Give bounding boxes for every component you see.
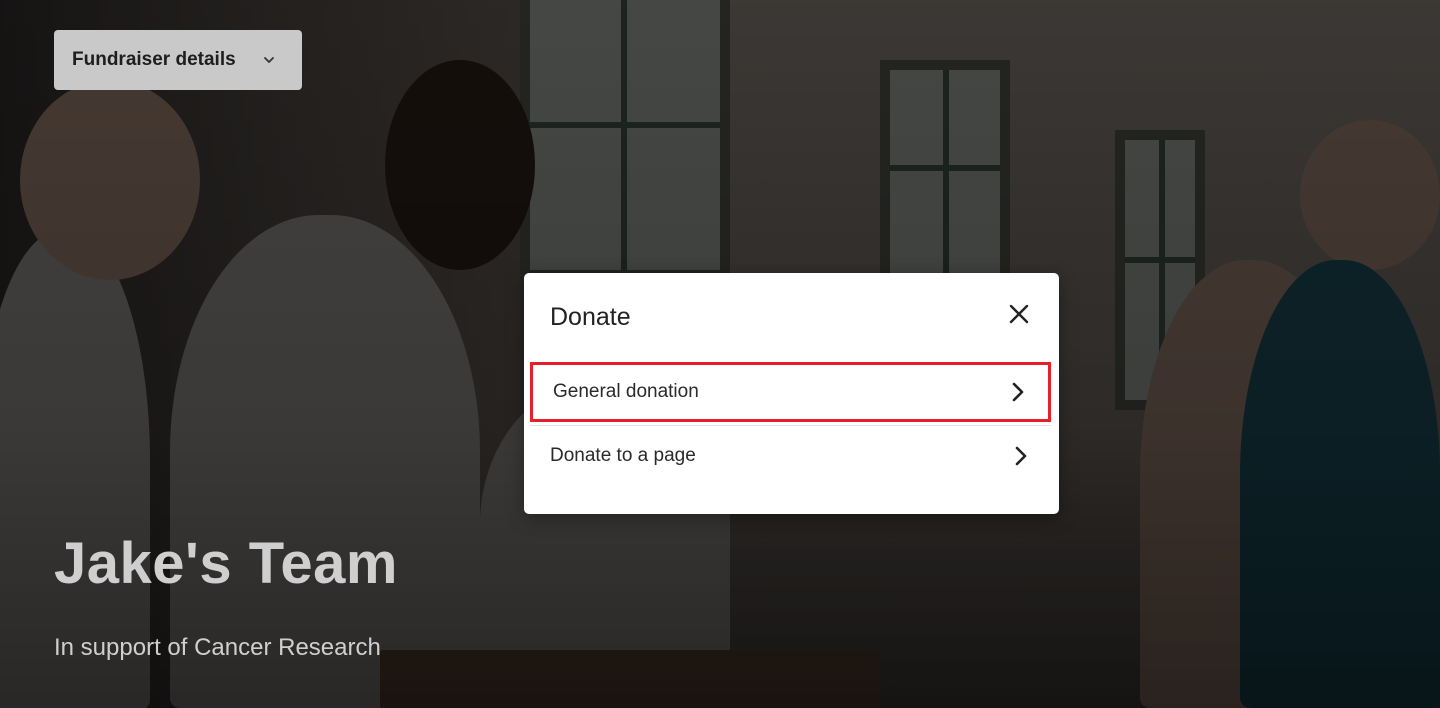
close-icon[interactable] xyxy=(1004,299,1034,329)
modal-title: Donate xyxy=(550,303,631,331)
team-title: Jake's Team xyxy=(54,531,398,596)
chevron-right-icon xyxy=(1015,446,1027,465)
donate-modal: Donate General donation Donate to a page xyxy=(524,273,1059,514)
chevron-right-icon xyxy=(1012,382,1024,402)
fundraiser-details-dropdown[interactable]: Fundraiser details xyxy=(54,30,302,90)
donate-to-page-option[interactable]: Donate to a page xyxy=(530,425,1051,485)
team-subtitle: In support of Cancer Research xyxy=(54,634,381,661)
fundraiser-details-label: Fundraiser details xyxy=(72,49,236,70)
donate-to-page-label: Donate to a page xyxy=(550,444,696,466)
general-donation-option[interactable]: General donation xyxy=(530,362,1051,422)
chevron-down-icon xyxy=(264,57,274,63)
general-donation-label: General donation xyxy=(553,381,699,402)
